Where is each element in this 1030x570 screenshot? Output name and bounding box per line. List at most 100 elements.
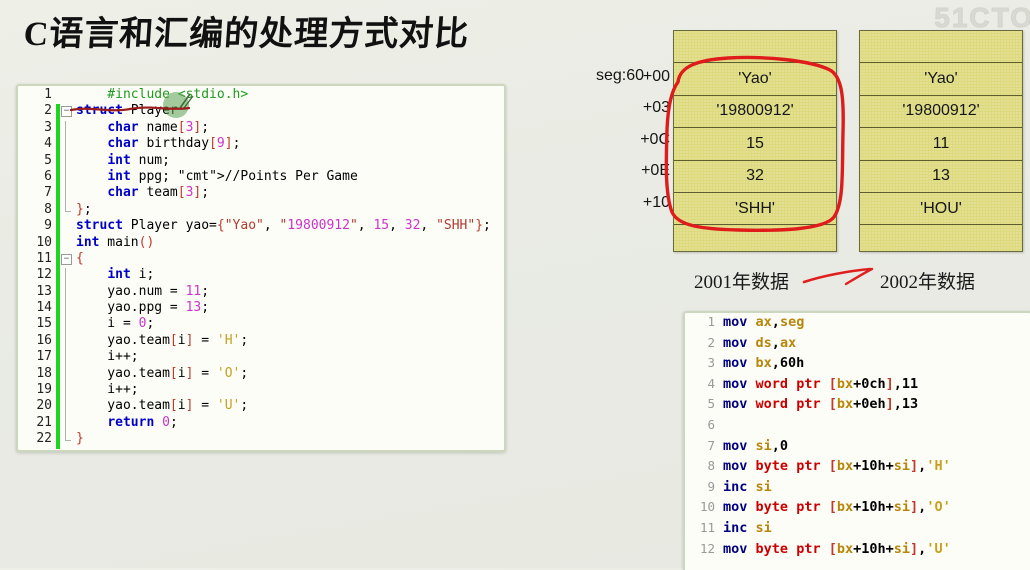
c-code-text: int i;: [107, 267, 155, 283]
red-arrow-icon: [802, 267, 874, 286]
asm-code-editor[interactable]: 1 mov ax,seg 2 mov ds,ax 3 mov bx,60h 4 mov wor…: [683, 311, 1030, 570]
c-code-line: 12 int i;: [18, 267, 504, 285]
c-code-line: 17 i++;: [18, 349, 504, 367]
memory-offset-label: [650, 218, 670, 249]
c-code-line: 3 char name[3];: [18, 120, 504, 138]
fold-column[interactable]: [60, 333, 74, 351]
fold-column[interactable]: [60, 432, 74, 448]
memory-offset-label: [650, 30, 670, 61]
fold-end-marker: [65, 432, 71, 442]
c-code-line: 20 yao.team[i] = 'U';: [18, 399, 504, 416]
asm-code-line: 5 mov word ptr [bx+0eh],13: [685, 398, 1030, 419]
c-code-line: 14 yao.ppg = 13;: [18, 301, 504, 318]
asm-line-number: 1: [707, 314, 715, 329]
c-code-editor[interactable]: 1 #include <stdio.h> 2− struct Player 3 cha…: [16, 84, 506, 452]
c-code-line: 6 int ppg; "cmt">//Points Per Game: [18, 168, 504, 187]
fold-column[interactable]: [60, 202, 74, 219]
memory-table-2002: 'Yao' '19800912' 11 13 'HOU': [859, 30, 1023, 252]
c-code-text: {: [76, 250, 84, 266]
fold-column[interactable]: [60, 383, 74, 400]
c-code-text: yao.team[i] = 'H';: [76, 332, 249, 348]
memory-offset-label: +0C: [640, 130, 670, 148]
fold-guide-line: [65, 350, 66, 367]
asm-code-line: 6: [685, 418, 1030, 440]
fold-column[interactable]: [60, 186, 74, 203]
fold-guide-line: [65, 268, 66, 285]
fold-column[interactable]: [60, 120, 74, 138]
memory-2001-row: [674, 31, 836, 64]
c-line-number: 4: [44, 136, 52, 152]
memory-2001-row: [674, 225, 836, 256]
asm-code-text: mov byte ptr [bx+10h+si],'U': [723, 540, 951, 557]
segment-label: seg:60: [596, 67, 645, 85]
c-code-text: yao.num = 11;: [76, 283, 210, 299]
fold-column[interactable]: −: [60, 104, 74, 120]
memory-2001-row: 'Yao': [674, 63, 836, 96]
memory-offset-label: +00: [642, 68, 670, 86]
asm-line-number: 3: [707, 355, 715, 371]
fold-column[interactable]: [60, 236, 74, 252]
c-code-text: yao.team[i] = 'O';: [76, 365, 249, 381]
fold-guide-line: [65, 366, 66, 384]
c-line-number: 7: [44, 185, 52, 201]
c-code-text: #include <stdio.h>: [76, 87, 249, 102]
fold-guide-line: [65, 399, 66, 416]
c-code-line: 18 yao.team[i] = 'O';: [18, 365, 504, 384]
c-code-line: 21 return 0;: [18, 414, 504, 433]
c-line-number: 17: [36, 349, 52, 365]
asm-code-line: 12 mov byte ptr [bx+10h+si],'U': [685, 540, 1030, 564]
asm-code-text: inc si: [723, 478, 772, 495]
fold-guide-line: [65, 120, 66, 138]
c-code-text: char team[3];: [107, 185, 210, 201]
fold-column[interactable]: [60, 317, 74, 334]
memory-table-2001: 'Yao' '19800912' 15 32 'SHH': [673, 30, 837, 252]
memory-2002-row: 'HOU': [860, 193, 1022, 226]
c-code-text: int main(): [76, 234, 155, 250]
fold-column[interactable]: [60, 153, 74, 170]
c-line-number: 19: [36, 382, 52, 398]
fold-guide-line: [65, 333, 66, 351]
fold-column[interactable]: [60, 268, 74, 285]
fold-guide-line: [65, 169, 66, 187]
c-code-line: 11−{: [18, 250, 504, 269]
c-line-number: 15: [36, 316, 52, 332]
fold-toggle-icon[interactable]: −: [61, 253, 72, 265]
asm-code-line: 1 mov ax,seg: [685, 314, 1030, 337]
memory-2002-row: 'Yao': [860, 63, 1022, 96]
fold-guide-line: [65, 186, 66, 203]
fold-guide-line: [65, 317, 66, 334]
asm-line-number: 9: [707, 478, 715, 494]
memory-2001-row: 32: [674, 161, 836, 193]
fold-column[interactable]: [60, 88, 74, 104]
asm-line-number: 4: [707, 375, 715, 391]
c-code-body: 1 #include <stdio.h> 2− struct Player 3 cha…: [18, 86, 504, 449]
c-code-text: i++;: [76, 349, 139, 365]
c-code-line: 9 struct Player yao={"Yao", "19800912", 1…: [18, 219, 504, 236]
c-line-number: 21: [36, 414, 52, 430]
c-code-text: return 0;: [107, 414, 178, 430]
fold-toggle-icon[interactable]: −: [61, 106, 72, 118]
c-code-line: 15 i = 0;: [18, 316, 504, 334]
asm-line-number: 2: [707, 334, 715, 350]
fold-column[interactable]: [60, 399, 74, 416]
fold-column[interactable]: [60, 366, 74, 384]
fold-column[interactable]: [60, 415, 74, 433]
fold-column[interactable]: [60, 350, 74, 367]
asm-code-line: 7 mov si,0: [685, 439, 1030, 461]
asm-code-body: 1 mov ax,seg 2 mov ds,ax 3 mov bx,60h 4 mov wor…: [685, 313, 1030, 563]
fold-column[interactable]: [60, 169, 74, 187]
fold-column[interactable]: [60, 219, 74, 235]
page-title: C语言和汇编的处理方式对比: [22, 16, 471, 53]
fold-column[interactable]: [60, 301, 74, 318]
c-line-number: 2: [44, 103, 52, 119]
c-line-number: 5: [44, 152, 52, 168]
fold-column[interactable]: −: [60, 252, 74, 268]
fold-guide-line: [65, 383, 66, 400]
fold-column[interactable]: [60, 137, 74, 154]
memory-2002-row: [860, 225, 1022, 256]
c-code-text: int ppg; "cmt">//Points Per Game: [107, 168, 358, 184]
c-code-text: i++;: [76, 382, 139, 398]
fold-guide-line: [65, 153, 66, 170]
fold-column[interactable]: [60, 284, 74, 302]
c-line-number: 8: [44, 201, 52, 217]
